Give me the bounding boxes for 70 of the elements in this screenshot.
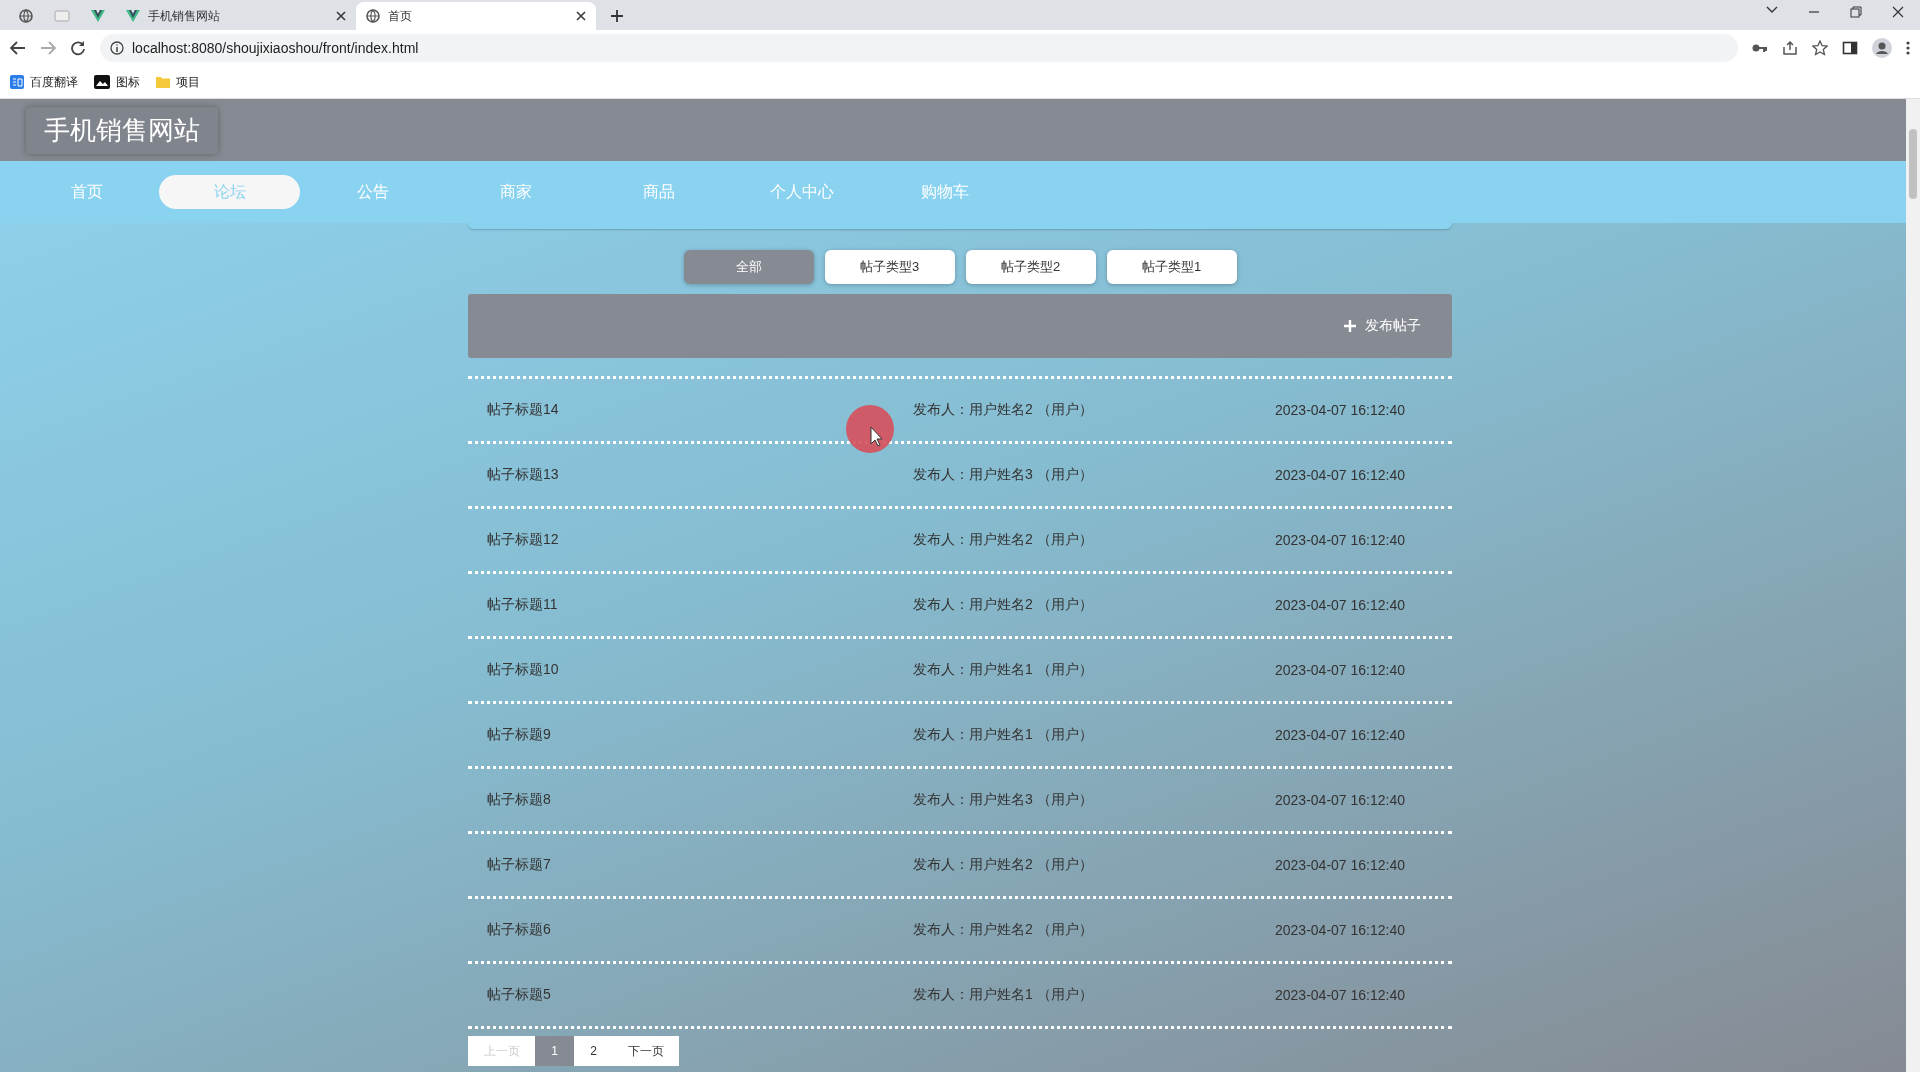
post-time: 2023-04-07 16:12:40 xyxy=(1275,402,1405,418)
star-icon[interactable] xyxy=(1812,40,1828,56)
v-logo-icon xyxy=(91,10,105,22)
profile-icon[interactable] xyxy=(1872,38,1892,58)
new-tab-icon[interactable] xyxy=(610,9,624,23)
page-icon xyxy=(54,10,70,22)
bookmark[interactable]: 百度翻译 xyxy=(10,73,78,91)
post-title[interactable]: 帖子标题14 xyxy=(487,401,559,419)
bookmark[interactable]: 项目 xyxy=(156,73,200,91)
globe-icon xyxy=(19,9,33,23)
post-title[interactable]: 帖子标题6 xyxy=(487,921,551,939)
site-title: 手机销售网站 xyxy=(26,106,218,154)
bookmark[interactable]: 图标 xyxy=(94,73,140,91)
post-time: 2023-04-07 16:12:40 xyxy=(1275,662,1405,678)
key-icon[interactable] xyxy=(1752,43,1768,53)
share-icon[interactable] xyxy=(1782,40,1798,56)
post-title[interactable]: 帖子标题8 xyxy=(487,791,551,809)
globe-icon xyxy=(366,9,380,23)
new-post-button[interactable]: 发布帖子 xyxy=(1337,316,1427,336)
post-author: 发布人：用户姓名2 （用户） xyxy=(913,596,1093,614)
post-author: 发布人：用户姓名2 （用户） xyxy=(913,401,1093,419)
post-time: 2023-04-07 16:12:40 xyxy=(1275,532,1405,548)
post-title[interactable]: 帖子标题12 xyxy=(487,531,559,549)
info-icon[interactable] xyxy=(110,41,124,55)
translate-icon xyxy=(10,75,24,89)
restore-icon[interactable] xyxy=(1850,6,1862,18)
post-time: 2023-04-07 16:12:40 xyxy=(1275,857,1405,873)
page-button[interactable]: 2 xyxy=(574,1036,613,1066)
post-author: 发布人：用户姓名1 （用户） xyxy=(913,726,1093,744)
post-time: 2023-04-07 16:12:40 xyxy=(1275,597,1405,613)
post-time: 2023-04-07 16:12:40 xyxy=(1275,987,1405,1003)
post-title[interactable]: 帖子标题11 xyxy=(487,596,558,614)
address-bar[interactable]: localhost:8080/shoujixiaoshou/front/index.html xyxy=(100,34,1738,62)
post-time: 2023-04-07 16:12:40 xyxy=(1275,922,1405,938)
image-icon xyxy=(94,75,110,89)
browser-tab[interactable]: 首页 xyxy=(356,2,596,30)
tab-search-icon[interactable] xyxy=(1766,6,1778,14)
browser-tab[interactable]: 手机销售网站 xyxy=(116,2,356,30)
post-title[interactable]: 帖子标题13 xyxy=(487,466,559,484)
post-author: 发布人：用户姓名1 （用户） xyxy=(913,661,1093,679)
close-icon[interactable] xyxy=(336,11,346,21)
post-title[interactable]: 帖子标题7 xyxy=(487,856,551,874)
post-author: 发布人：用户姓名3 （用户） xyxy=(913,466,1093,484)
v-logo-icon xyxy=(126,10,140,22)
post-author: 发布人：用户姓名2 （用户） xyxy=(913,856,1093,874)
close-icon[interactable] xyxy=(1892,6,1904,18)
post-time: 2023-04-07 16:12:40 xyxy=(1275,467,1405,483)
back-icon[interactable] xyxy=(10,41,26,55)
post-author: 发布人：用户姓名3 （用户） xyxy=(913,791,1093,809)
reload-icon[interactable] xyxy=(70,40,86,56)
post-title[interactable]: 帖子标题9 xyxy=(487,726,551,744)
filter-button[interactable]: 全部 xyxy=(683,250,814,284)
post-time: 2023-04-07 16:12:40 xyxy=(1275,792,1405,808)
post-time: 2023-04-07 16:12:40 xyxy=(1275,727,1405,743)
post-author: 发布人：用户姓名2 （用户） xyxy=(913,921,1093,939)
page-button[interactable]: 1 xyxy=(535,1036,574,1066)
filter-button[interactable]: 帖子类型3 xyxy=(824,250,955,284)
next-page-button[interactable]: 下一页 xyxy=(613,1036,679,1066)
menu-icon[interactable] xyxy=(1906,40,1910,56)
scrollbar[interactable] xyxy=(1906,99,1920,1072)
plus-icon xyxy=(1343,319,1357,333)
filter-button[interactable]: 帖子类型1 xyxy=(1106,250,1237,284)
post-title[interactable]: 帖子标题5 xyxy=(487,986,551,1004)
folder-icon xyxy=(156,76,170,88)
post-author: 发布人：用户姓名1 （用户） xyxy=(913,986,1093,1004)
post-author: 发布人：用户姓名2 （用户） xyxy=(913,531,1093,549)
close-icon[interactable] xyxy=(576,11,586,21)
filter-button[interactable]: 帖子类型2 xyxy=(965,250,1096,284)
side-panel-icon[interactable] xyxy=(1842,40,1858,56)
post-title[interactable]: 帖子标题10 xyxy=(487,661,559,679)
